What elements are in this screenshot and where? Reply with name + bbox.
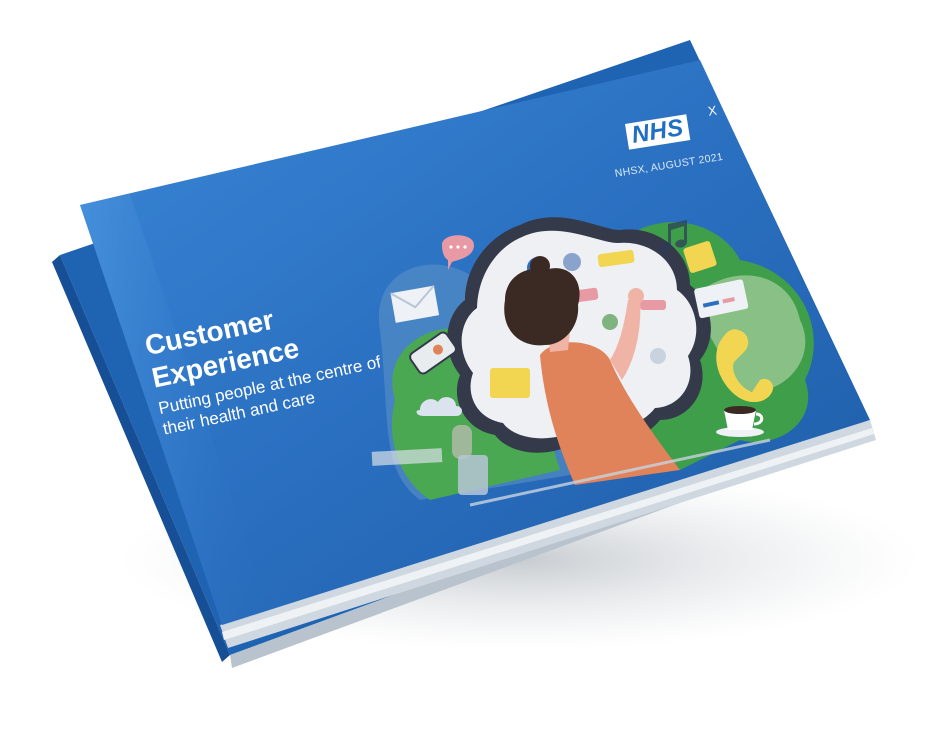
diagram-node <box>602 314 618 330</box>
booklet-scene <box>52 40 920 668</box>
woman-hair <box>504 268 580 346</box>
diagram-node <box>563 253 581 271</box>
diagram-card <box>490 368 530 398</box>
diagram-node <box>650 348 666 364</box>
diagram-tag <box>640 300 666 310</box>
woman-hair-bun <box>530 256 550 276</box>
woman-hand <box>628 288 644 304</box>
